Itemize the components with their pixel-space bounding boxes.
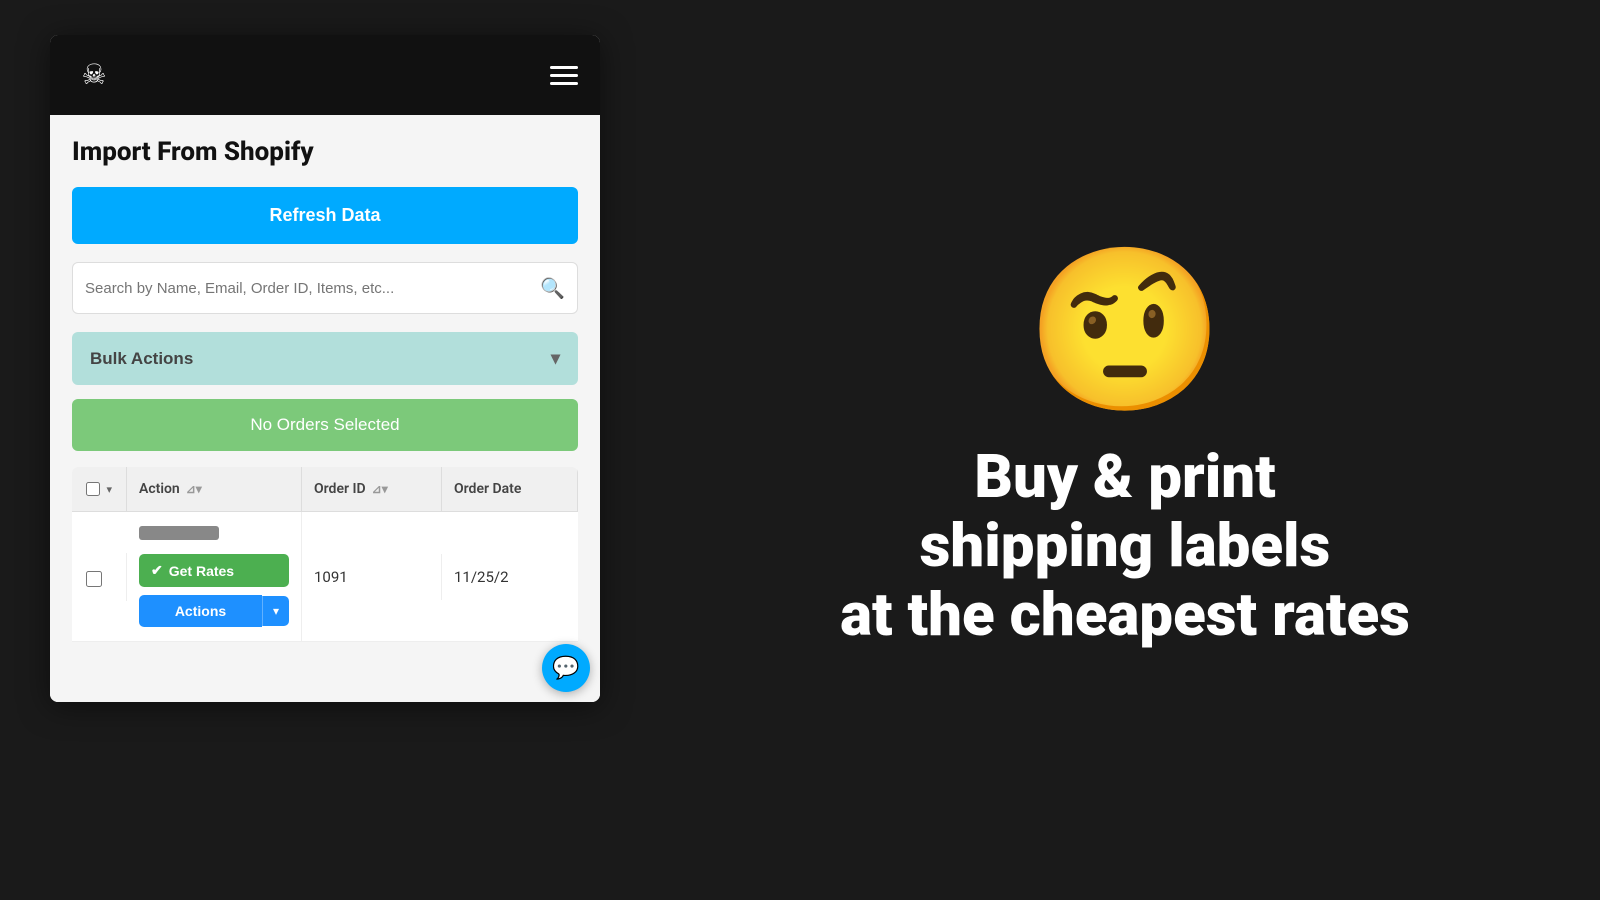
get-rates-label: Get Rates: [169, 563, 234, 579]
bulk-actions-button[interactable]: Bulk Actions ▾: [72, 332, 578, 385]
chevron-down-icon: ▾: [551, 348, 560, 369]
table-header: ▾ Action ⊿▾ Order ID ⊿▾ Order Date: [72, 467, 578, 512]
orderdate-column-header: Order Date: [442, 467, 578, 511]
promo-text: Buy & print shipping labels at the cheap…: [840, 442, 1410, 649]
row-checkbox-cell: [72, 553, 127, 601]
logo-icon: ☠: [72, 53, 116, 97]
chat-icon: 💬: [552, 656, 579, 681]
actions-split-button: Actions ▾: [139, 595, 289, 627]
refresh-data-button[interactable]: Refresh Data: [72, 187, 578, 244]
actions-main-button[interactable]: Actions: [139, 595, 262, 627]
bulk-actions-label: Bulk Actions: [90, 349, 193, 369]
get-rates-button[interactable]: ✔ Get Rates: [139, 554, 289, 587]
promo-line3: at the cheapest rates: [840, 579, 1410, 650]
action-column-header: Action ⊿▾: [127, 467, 302, 511]
orderdate-column-label: Order Date: [454, 481, 521, 497]
row-orderdate-cell: 11/25/2: [442, 554, 578, 600]
promo-headline: Buy & print shipping labels at the cheap…: [840, 442, 1410, 649]
no-orders-selected-button[interactable]: No Orders Selected: [72, 399, 578, 451]
check-icon: ✔: [151, 562, 163, 579]
table-row: ✔ Get Rates Actions ▾ 1091 11/25/2: [72, 512, 578, 642]
chat-button[interactable]: 💬: [542, 644, 590, 692]
row-orderid-cell: 1091: [302, 554, 442, 600]
orderid-column-label: Order ID: [314, 481, 366, 497]
order-date-value: 11/25/2: [454, 568, 509, 586]
phone-frame: ☠ Import From Shopify Refresh Data 🔍 Bul…: [50, 35, 600, 702]
orderid-column-header: Order ID ⊿▾: [302, 467, 442, 511]
loading-bar: [139, 526, 219, 540]
search-input[interactable]: [85, 280, 540, 297]
skull-crossbones-icon: ☠: [81, 61, 106, 89]
orderid-filter-icon[interactable]: ⊿▾: [372, 482, 388, 496]
select-all-checkbox[interactable]: [86, 481, 100, 497]
nav-bar: ☠: [50, 35, 600, 115]
left-panel: ☠ Import From Shopify Refresh Data 🔍 Bul…: [0, 0, 650, 900]
promo-line2: shipping labels: [920, 510, 1331, 581]
action-column-label: Action: [139, 481, 180, 497]
order-id-value: 1091: [314, 568, 348, 586]
promo-line1: Buy & print: [974, 441, 1276, 512]
row-checkbox[interactable]: [86, 571, 102, 587]
filter-icon[interactable]: ⊿▾: [186, 482, 202, 496]
orders-table: ▾ Action ⊿▾ Order ID ⊿▾ Order Date: [72, 467, 578, 642]
search-bar: 🔍: [72, 262, 578, 314]
right-panel: 🤨 Buy & print shipping labels at the che…: [650, 0, 1600, 900]
select-all-checkbox-cell: ▾: [72, 467, 127, 511]
winking-emoji: 🤨: [1025, 252, 1224, 412]
page-title: Import From Shopify: [72, 137, 578, 167]
page-content: Import From Shopify Refresh Data 🔍 Bulk …: [50, 115, 600, 642]
actions-dropdown-button[interactable]: ▾: [262, 596, 289, 626]
row-action-cell: ✔ Get Rates Actions ▾: [127, 512, 302, 641]
row-expand-chevron-icon[interactable]: ▾: [106, 483, 112, 496]
search-icon[interactable]: 🔍: [540, 276, 565, 300]
hamburger-icon[interactable]: [550, 66, 578, 85]
